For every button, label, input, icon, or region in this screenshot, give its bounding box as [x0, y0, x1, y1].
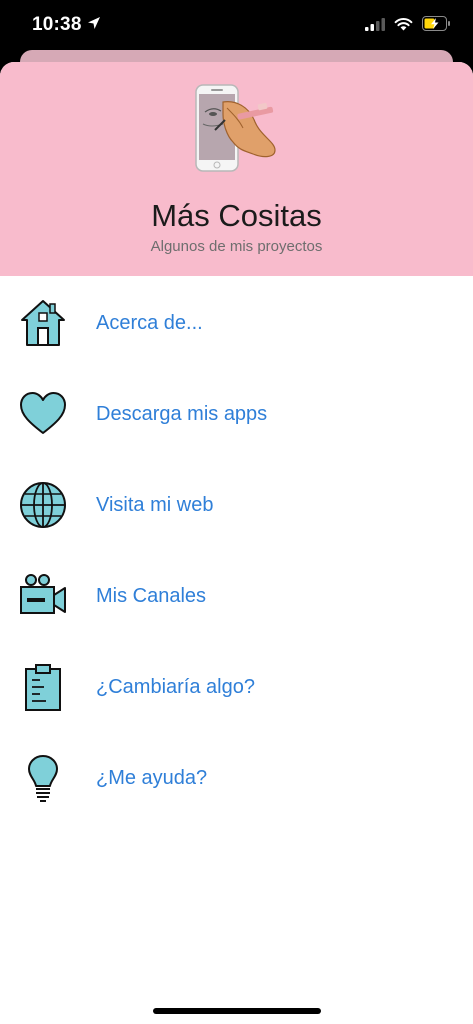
menu-item-ayuda[interactable]: ¿Me ayuda? — [0, 731, 473, 822]
menu-item-acerca[interactable]: Acerca de... — [0, 276, 473, 367]
header: Más Cositas Algunos de mis proyectos — [0, 62, 473, 276]
status-bar: 10:38 — [0, 0, 473, 50]
house-icon — [21, 300, 65, 346]
clipboard-icon — [25, 664, 61, 711]
home-indicator[interactable] — [153, 1008, 321, 1014]
globe-icon — [20, 482, 66, 528]
menu-item-label: Acerca de... — [96, 312, 203, 334]
location-arrow-icon — [88, 17, 100, 29]
video-camera-icon — [20, 574, 66, 614]
menu-item-label: Visita mi web — [96, 494, 214, 516]
menu-item-label: ¿Me ayuda? — [96, 767, 208, 789]
page-title: Más Cositas — [151, 198, 322, 233]
status-time: 10:38 — [32, 14, 82, 35]
menu-item-cambiaria[interactable]: ¿Cambiaría algo? — [0, 640, 473, 731]
cellular-signal-icon — [365, 17, 385, 31]
menu-item-label: ¿Cambiaría algo? — [96, 676, 255, 698]
phone-drawing-illustration — [195, 84, 276, 172]
lightbulb-icon — [28, 755, 58, 802]
menu-sheet: Más Cositas Algunos de mis proyectos Ace… — [0, 62, 473, 1024]
wifi-icon — [394, 17, 413, 30]
heart-icon — [20, 392, 66, 434]
menu-item-label: Descarga mis apps — [96, 403, 268, 425]
page-subtitle: Algunos de mis proyectos — [150, 238, 323, 255]
menu-item-web[interactable]: Visita mi web — [0, 458, 473, 549]
battery-charging-icon — [422, 16, 450, 31]
menu-item-descarga[interactable]: Descarga mis apps — [0, 367, 473, 458]
menu-item-canales[interactable]: Mis Canales — [0, 549, 473, 640]
menu-item-label: Mis Canales — [96, 585, 207, 607]
